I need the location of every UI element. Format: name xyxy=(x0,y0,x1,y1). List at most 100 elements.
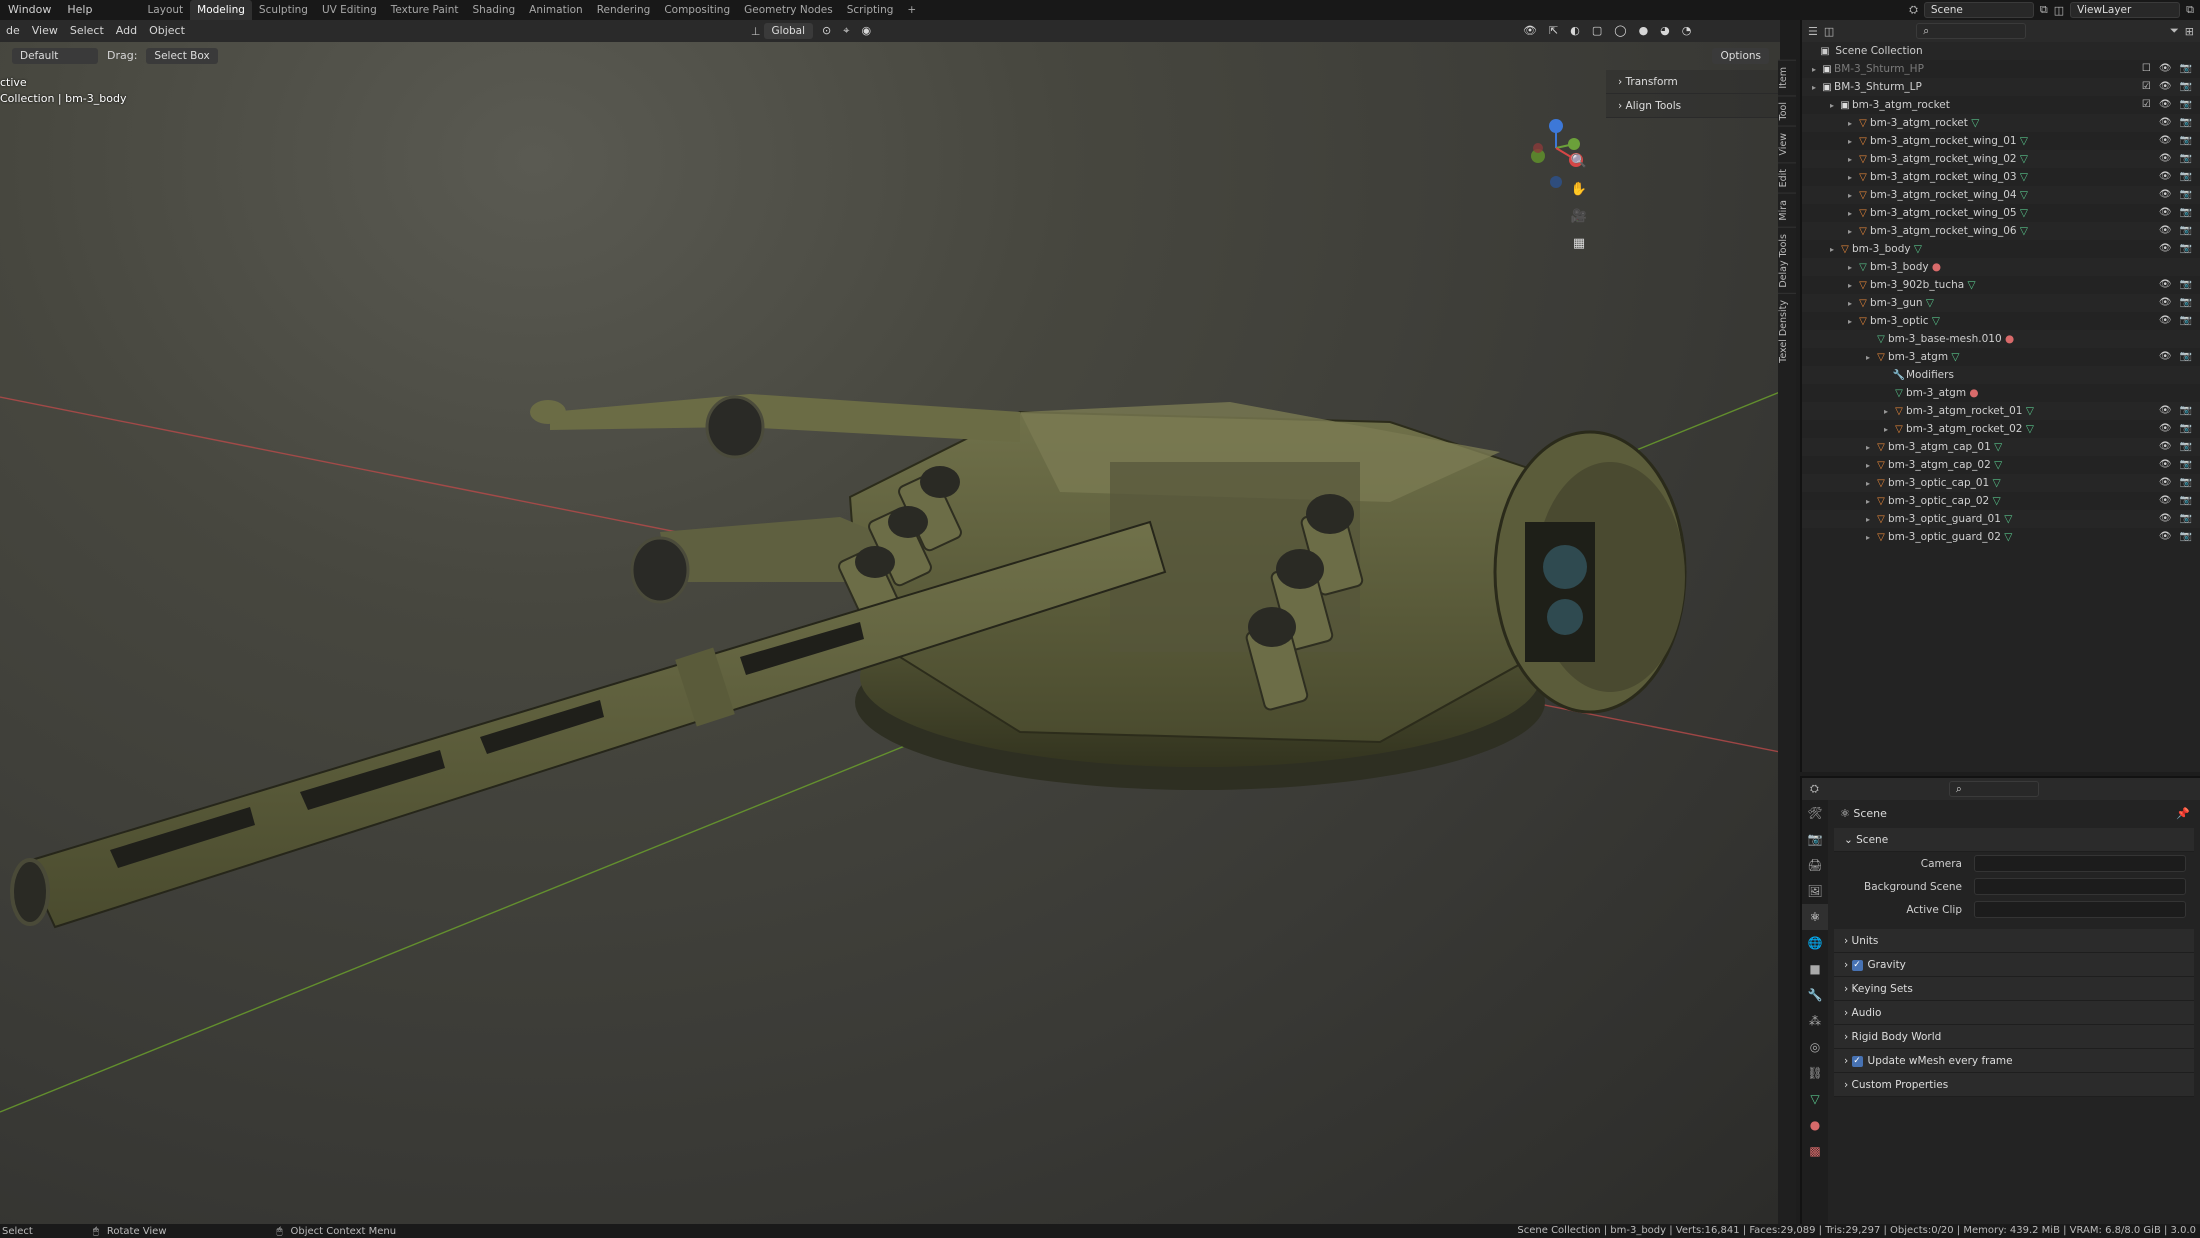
shading-solid-icon[interactable]: ● xyxy=(1633,20,1655,42)
render-camera-icon[interactable]: 📷 xyxy=(2180,312,2192,330)
editor-type-icon[interactable]: ☰ xyxy=(1808,25,1818,38)
outliner-row[interactable]: ▸ ▣ BM-3_Shturm_HP ☐ 👁 📷 xyxy=(1802,60,2200,78)
tab-geometry-nodes[interactable]: Geometry Nodes xyxy=(737,0,840,20)
panel-scene[interactable]: ⌄ Scene xyxy=(1834,828,2194,852)
exclude-checkbox[interactable]: ☑ xyxy=(2142,78,2151,96)
outliner-row[interactable]: 🔧Modifiers xyxy=(1802,366,2200,384)
new-collection-icon[interactable]: ⊞ xyxy=(2185,25,2194,38)
render-camera-icon[interactable]: 📷 xyxy=(2180,168,2192,186)
visibility-eye-icon[interactable]: 👁 xyxy=(2159,132,2172,150)
scene-icon[interactable]: ⛭ xyxy=(1909,3,1918,17)
sidebar-tab-edit[interactable]: Edit xyxy=(1778,161,1796,194)
perspective-grid-icon[interactable]: ▦ xyxy=(1568,232,1590,254)
viewlayer-icon[interactable]: ◫ xyxy=(2054,4,2064,17)
gizmo-toggle-icon[interactable]: ⇱ xyxy=(1543,20,1564,42)
visibility-eye-icon[interactable]: 👁 xyxy=(2159,78,2172,96)
render-camera-icon[interactable]: 📷 xyxy=(2180,510,2192,528)
panel-align-tools[interactable]: › Align Tools xyxy=(1606,94,1786,118)
outliner-row[interactable]: ▸ ▽ bm-3_atgm_rocket_wing_03 ▽ 👁 📷 xyxy=(1802,168,2200,186)
visibility-eye-icon[interactable]: 👁 xyxy=(2159,222,2172,240)
tool-tab-icon[interactable]: 🛠 xyxy=(1802,800,1828,826)
outliner-row[interactable]: ▸ ▽ bm-3_gun ▽ 👁 📷 xyxy=(1802,294,2200,312)
render-camera-icon[interactable]: 📷 xyxy=(2180,420,2192,438)
expand-arrow-icon[interactable]: ▸ xyxy=(1844,223,1856,241)
viewport-menu-add[interactable]: Add xyxy=(110,20,143,42)
mode-selector[interactable]: de xyxy=(0,20,26,42)
render-camera-icon[interactable]: 📷 xyxy=(2180,78,2192,96)
render-camera-icon[interactable]: 📷 xyxy=(2180,150,2192,168)
data-tab-icon[interactable]: ▽ xyxy=(1802,1086,1828,1112)
outliner-row[interactable]: ▸ ▣ bm-3_atgm_rocket ☑ 👁 📷 xyxy=(1802,96,2200,114)
physics-tab-icon[interactable]: ◎ xyxy=(1802,1034,1828,1060)
expand-arrow-icon[interactable]: ▸ xyxy=(1862,493,1874,511)
overlay-toggle-icon[interactable]: ◐ xyxy=(1564,20,1586,42)
pivot-icon[interactable]: ⊙ xyxy=(816,20,837,42)
visibility-eye-icon[interactable]: 👁 xyxy=(2159,456,2172,474)
viewlayer-selector[interactable]: ViewLayer xyxy=(2070,2,2181,18)
tab-sculpting[interactable]: Sculpting xyxy=(252,0,315,20)
render-camera-icon[interactable]: 📷 xyxy=(2180,492,2192,510)
tab-modeling[interactable]: Modeling xyxy=(190,0,252,20)
render-camera-icon[interactable]: 📷 xyxy=(2180,276,2192,294)
active-clip-field[interactable] xyxy=(1974,901,2186,918)
tab-texture-paint[interactable]: Texture Paint xyxy=(384,0,466,20)
tab-compositing[interactable]: Compositing xyxy=(657,0,737,20)
visibility-eye-icon[interactable]: 👁 xyxy=(2159,276,2172,294)
render-camera-icon[interactable]: 📷 xyxy=(2180,114,2192,132)
pin-icon[interactable]: 📌 xyxy=(2176,800,2190,828)
sidebar-tab-delay-tools[interactable]: Delay Tools xyxy=(1778,226,1796,294)
drag-select-dropdown[interactable]: Select Box xyxy=(146,48,218,64)
pan-hand-icon[interactable]: ✋ xyxy=(1568,178,1590,200)
proportional-edit-icon[interactable]: ◉ xyxy=(855,20,877,42)
subpanel-rigid-body-world[interactable]: › Rigid Body World xyxy=(1834,1025,2194,1049)
render-tab-icon[interactable]: 📷 xyxy=(1802,826,1828,852)
menu-window[interactable]: Window xyxy=(0,0,59,20)
filter-icon[interactable]: ⏷ xyxy=(2170,24,2179,38)
visibility-eye-icon[interactable]: 👁 xyxy=(2159,492,2172,510)
subpanel-audio[interactable]: › Audio xyxy=(1834,1001,2194,1025)
subpanel-checkbox[interactable]: ✓ xyxy=(1851,959,1863,971)
visibility-eye-icon[interactable]: 👁 xyxy=(2159,528,2172,546)
exclude-checkbox[interactable]: ☑ xyxy=(2142,96,2151,114)
outliner-row[interactable]: ▸ ▽ bm-3_optic_guard_01 ▽ 👁 📷 xyxy=(1802,510,2200,528)
menu-help[interactable]: Help xyxy=(59,0,100,20)
visibility-eye-icon[interactable]: 👁 xyxy=(2159,114,2172,132)
render-camera-icon[interactable]: 📷 xyxy=(2180,348,2192,366)
visibility-eye-icon[interactable]: 👁 xyxy=(2159,186,2172,204)
visibility-eye-icon[interactable]: 👁 xyxy=(2159,168,2172,186)
camera-field[interactable] xyxy=(1974,855,2186,872)
tab-scripting[interactable]: Scripting xyxy=(840,0,901,20)
sidebar-tab-tool[interactable]: Tool xyxy=(1778,94,1796,127)
outliner-row[interactable]: ▸ ▽ bm-3_body ● xyxy=(1802,258,2200,276)
shading-rendered-icon[interactable]: ◔ xyxy=(1676,20,1698,42)
expand-arrow-icon[interactable]: ▸ xyxy=(1826,97,1838,115)
visibility-eye-icon[interactable]: 👁 xyxy=(2159,420,2172,438)
outliner-row[interactable]: ▽ bm-3_atgm ● xyxy=(1802,384,2200,402)
background-scene-field[interactable] xyxy=(1974,878,2186,895)
display-mode-icon[interactable]: ◫ xyxy=(1824,25,1834,38)
scene-tab-icon[interactable]: ⚛ xyxy=(1802,904,1828,930)
expand-arrow-icon[interactable]: ▸ xyxy=(1880,421,1892,439)
tab-rendering[interactable]: Rendering xyxy=(590,0,658,20)
render-camera-icon[interactable]: 📷 xyxy=(2180,96,2192,114)
add-workspace-button[interactable]: + xyxy=(900,0,923,20)
visibility-eye-icon[interactable]: 👁 xyxy=(2159,402,2172,420)
outliner-row[interactable]: ▸ ▽ bm-3_atgm ▽ 👁 📷 xyxy=(1802,348,2200,366)
outliner-row[interactable]: ▸ ▽ bm-3_optic_guard_02 ▽ 👁 📷 xyxy=(1802,528,2200,546)
sidebar-tab-texel-density[interactable]: Texel Density xyxy=(1778,293,1796,370)
outliner-search-input[interactable]: ⌕ xyxy=(1916,23,2027,39)
expand-arrow-icon[interactable]: ▸ xyxy=(1844,187,1856,205)
shading-wireframe-icon[interactable]: ◯ xyxy=(1608,20,1632,42)
panel-transform[interactable]: › Transform xyxy=(1606,70,1786,94)
expand-arrow-icon[interactable]: ▸ xyxy=(1844,277,1856,295)
expand-arrow-icon[interactable]: ▸ xyxy=(1826,241,1838,259)
outliner-row[interactable]: ▸ ▽ bm-3_atgm_rocket ▽ 👁 📷 xyxy=(1802,114,2200,132)
options-dropdown[interactable]: Options xyxy=(1712,48,1769,64)
texture-tab-icon[interactable]: ▩ xyxy=(1802,1138,1828,1164)
object-tab-icon[interactable]: ■ xyxy=(1802,956,1828,982)
orientation-default-dropdown[interactable]: Default xyxy=(12,48,98,64)
visibility-eye-icon[interactable]: 👁 xyxy=(2159,150,2172,168)
outliner-root[interactable]: ▣ Scene Collection xyxy=(1802,42,2200,60)
outliner-row[interactable]: ▸ ▽ bm-3_atgm_rocket_01 ▽ 👁 📷 xyxy=(1802,402,2200,420)
view-layer-tab-icon[interactable]: 🖼 xyxy=(1802,878,1828,904)
